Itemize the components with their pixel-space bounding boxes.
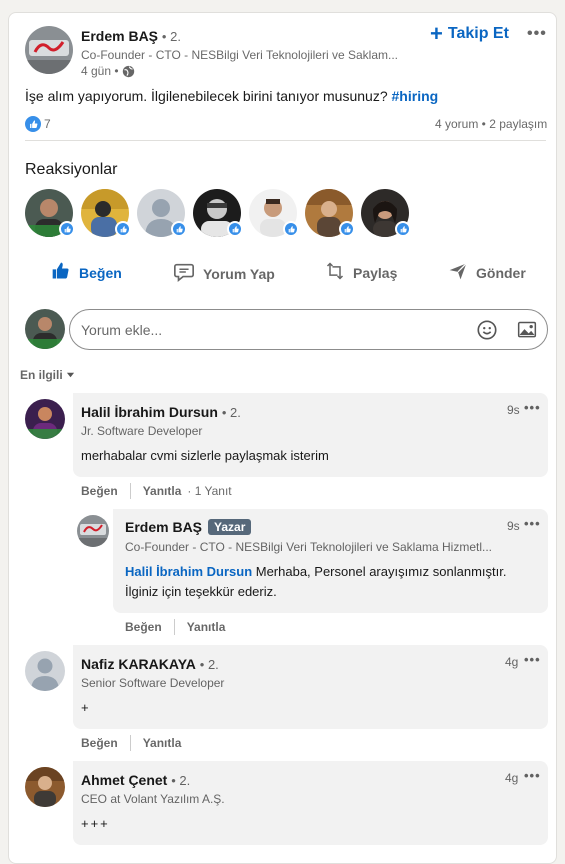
post-more-button[interactable]: ••• (527, 25, 547, 43)
comment-input[interactable]: Yorum ekle... (69, 309, 548, 350)
reactor-avatar[interactable] (305, 189, 355, 237)
comment-bubble: Nafiz KARAKAYA • 2. Senior Software Deve… (73, 645, 548, 729)
emoji-icon[interactable] (476, 319, 498, 344)
commenter-avatar[interactable] (77, 515, 109, 547)
commenter-name[interactable]: Halil İbrahim Dursun (81, 404, 218, 420)
commenter-headline: Senior Software Developer (81, 676, 225, 690)
comment-bubble: Halil İbrahim Dursun • 2. Jr. Software D… (73, 393, 548, 477)
commenter-name[interactable]: Ahmet Çenet (81, 772, 167, 788)
comment-reply-button[interactable]: Yanıtla (143, 484, 182, 498)
connection-degree: • 2. (221, 405, 241, 420)
reaction-summary[interactable]: 7 (25, 116, 51, 132)
comment-text: +++ (81, 816, 110, 831)
comment-reply-button[interactable]: Yanıtla (187, 620, 226, 634)
comment-text: + (81, 700, 89, 715)
like-badge-icon (339, 221, 355, 237)
mention-link[interactable]: Halil İbrahim Dursun (125, 564, 252, 579)
comment-time: 9s (507, 519, 520, 533)
comment-actions: Beğen Yanıtla · 1 Yanıt (81, 483, 232, 499)
comment-time: 4g (505, 655, 519, 669)
sort-dropdown[interactable]: En ilgili (20, 368, 75, 382)
hashtag-link[interactable]: #hiring (392, 88, 439, 104)
like-button[interactable]: Beğen (51, 261, 122, 284)
post-card: Erdem BAŞ • 2. Co-Founder - CTO - NESBil… (8, 12, 557, 864)
comment-text-line2: İlginiz için teşekkür ederiz. (125, 584, 277, 599)
comment-like-button[interactable]: Beğen (81, 736, 118, 750)
reactor-avatar[interactable] (361, 189, 411, 237)
comment-more-button[interactable]: ••• (524, 768, 541, 783)
reactor-avatar[interactable] (193, 189, 243, 237)
reactions-title: Reaksiyonlar (25, 161, 118, 178)
commenter-name[interactable]: Nafiz KARAKAYA (81, 656, 196, 672)
author-name[interactable]: Erdem BAŞ (81, 28, 158, 44)
comment-time: 9s (507, 403, 520, 417)
like-reaction-icon (25, 116, 41, 132)
like-badge-icon (283, 221, 299, 237)
divider (129, 483, 131, 499)
comment-like-button[interactable]: Beğen (125, 620, 162, 634)
reactor-avatar[interactable] (137, 189, 187, 237)
current-user-avatar[interactable] (25, 309, 65, 349)
like-badge-icon (59, 221, 75, 237)
globe-icon (122, 65, 135, 78)
commenter-headline: Jr. Software Developer (81, 424, 203, 438)
comment-more-button[interactable]: ••• (524, 516, 541, 531)
comment-text: merhabalar cvmi sizlerle paylaşmak ister… (81, 448, 329, 463)
reactor-avatar[interactable] (249, 189, 299, 237)
follow-button[interactable]: + Takip Et (430, 21, 509, 46)
comment-text: Halil İbrahim Dursun Merhaba, Personel a… (125, 564, 507, 579)
thumbs-up-icon (51, 261, 71, 284)
comment-more-button[interactable]: ••• (524, 400, 541, 415)
caret-down-icon (66, 368, 75, 382)
divider (173, 619, 175, 635)
send-icon (448, 261, 468, 284)
connection-degree: • 2. (199, 657, 219, 672)
follow-label: Takip Et (447, 25, 509, 42)
post-meta: 4 gün • (81, 64, 135, 78)
commenter-headline: CEO at Volant Yazılım A.Ş. (81, 792, 225, 806)
comment-actions: Beğen Yanıtla (125, 619, 225, 635)
reply-count[interactable]: · 1 Yanıt (187, 484, 231, 498)
like-badge-icon (395, 221, 411, 237)
author-badge: Yazar (208, 519, 252, 535)
comment-icon (173, 261, 195, 286)
share-button[interactable]: Paylaş (325, 261, 397, 284)
commenter-avatar[interactable] (25, 651, 65, 691)
commenter-name[interactable]: Erdem BAŞ (125, 519, 202, 535)
comment-time: 4g (505, 771, 519, 785)
reactor-avatar[interactable] (81, 189, 131, 237)
comment-reply-button[interactable]: Yanıtla (143, 736, 182, 750)
author-avatar[interactable] (25, 26, 73, 74)
like-badge-icon (171, 221, 187, 237)
post-stats[interactable]: 4 yorum • 2 paylaşım (435, 117, 547, 131)
comment-placeholder: Yorum ekle... (81, 322, 163, 338)
like-badge-icon (115, 221, 131, 237)
comment-bubble: Ahmet Çenet • 2. CEO at Volant Yazılım A… (73, 761, 548, 845)
image-icon[interactable] (516, 320, 538, 343)
comment-actions: Beğen Yanıtla (81, 735, 181, 751)
reaction-count: 7 (44, 117, 51, 131)
connection-degree: • 2. (161, 29, 181, 44)
like-badge-icon (227, 221, 243, 237)
divider (25, 140, 546, 141)
comment-more-button[interactable]: ••• (524, 652, 541, 667)
post-text: İşe alım yapıyorum. İlgilenebilecek biri… (25, 88, 439, 104)
divider (129, 735, 131, 751)
comment-button[interactable]: Yorum Yap (173, 261, 275, 286)
plus-icon: + (430, 21, 443, 46)
author-headline: Co-Founder - CTO - NESBilgi Veri Teknolo… (81, 48, 399, 62)
post-time: 4 gün • (81, 64, 119, 78)
commenter-headline: Co-Founder - CTO - NESBilgi Veri Teknolo… (125, 540, 493, 554)
connection-degree: • 2. (171, 773, 191, 788)
comment-like-button[interactable]: Beğen (81, 484, 118, 498)
reactor-avatar[interactable] (25, 189, 75, 237)
commenter-avatar[interactable] (25, 399, 65, 439)
send-button[interactable]: Gönder (448, 261, 526, 284)
repost-icon (325, 261, 345, 284)
reply-bubble: Erdem BAŞ Yazar Co-Founder - CTO - NESBi… (113, 509, 548, 613)
commenter-avatar[interactable] (25, 767, 65, 807)
